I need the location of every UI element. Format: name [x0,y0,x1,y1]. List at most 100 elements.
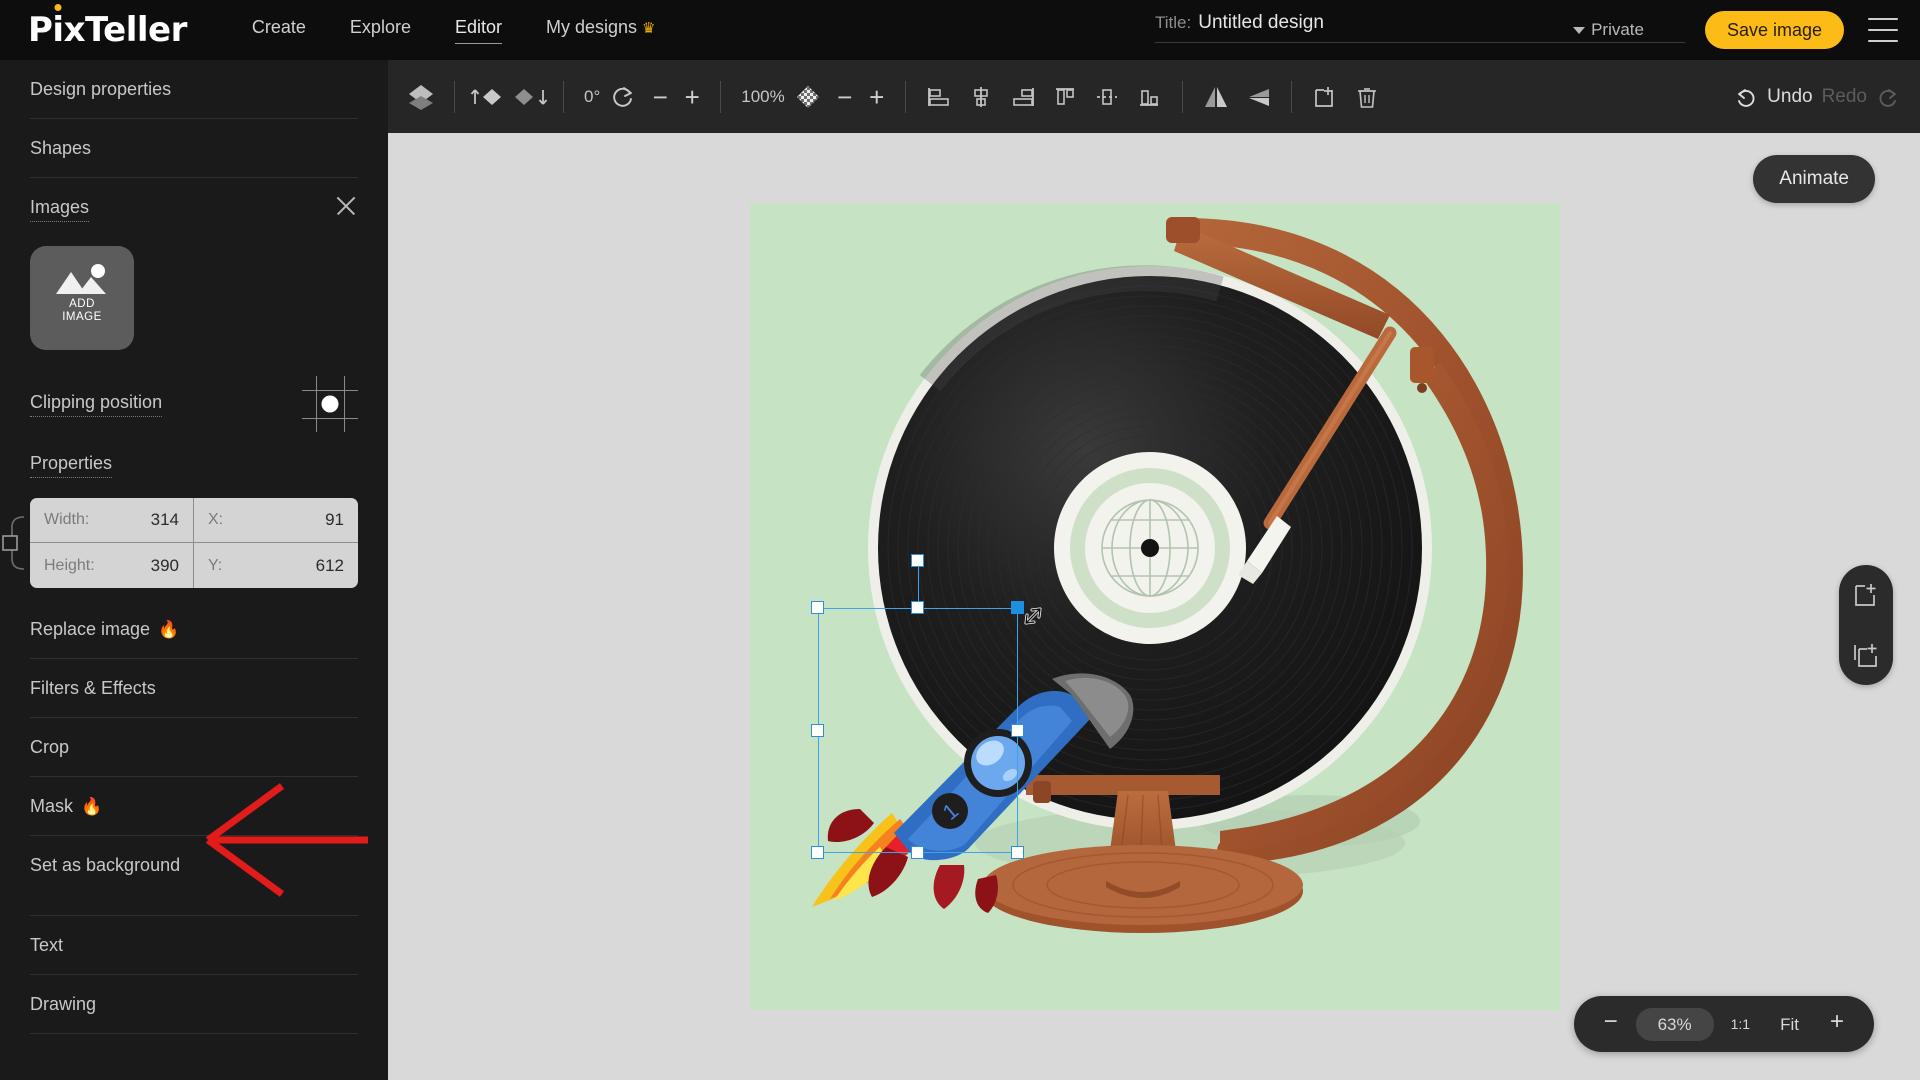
align-bottom-icon[interactable] [1128,76,1170,118]
redo-button[interactable]: Redo [1822,86,1867,108]
bring-forward-icon[interactable] [467,76,509,118]
clipping-position-row: Clipping position [30,376,358,432]
handle-top-right[interactable] [1011,601,1024,614]
sidebar-item-mask[interactable]: Mask 🔥 [30,777,358,836]
flip-vertical-icon[interactable] [1237,76,1279,118]
send-backward-icon[interactable] [509,76,551,118]
undo-button[interactable]: Undo [1767,86,1812,108]
privacy-dropdown[interactable]: Private [1573,20,1644,40]
handle-top-left[interactable] [811,601,824,614]
sidebar-item-replace-image[interactable]: Replace image 🔥 [30,600,358,659]
rotation-handle[interactable] [911,554,924,567]
pixteller-logo[interactable]: Pi xTeller [28,13,187,47]
height-label: Height: [44,556,95,574]
sidebar-item-crop[interactable]: Crop [30,718,358,777]
canvas-workspace[interactable]: 1 Animate − 63% 1:1 Fit + [388,133,1920,1080]
checkerboard-icon[interactable] [787,76,829,118]
selection-bounding-box [818,608,1018,853]
save-image-button[interactable]: Save image [1704,11,1844,49]
x-value: 91 [325,510,344,529]
design-canvas[interactable]: 1 [750,203,1560,1010]
handle-bottom-right[interactable] [1011,846,1024,859]
zoom-fit-button[interactable]: Fit [1767,1009,1812,1040]
design-title-label: Title: [1155,13,1192,32]
hamburger-icon[interactable] [1868,18,1898,42]
height-field[interactable]: Height: 390 [30,543,194,588]
align-top-icon[interactable] [1044,76,1086,118]
nav-item-explore[interactable]: Explore [350,17,411,43]
sidebar-item-filters-effects[interactable]: Filters & Effects [30,659,358,718]
chevron-down-icon [1573,26,1586,34]
handle-bottom-center[interactable] [911,846,924,859]
privacy-label: Private [1591,20,1644,39]
sidebar-item-images[interactable]: Images [30,178,358,228]
add-image-label: ADD IMAGE [62,298,102,324]
nav-item-my-designs[interactable]: My designs ♛ [545,17,656,43]
handle-middle-right[interactable] [1011,724,1024,737]
zoom-control: − 63% 1:1 Fit + [1573,996,1874,1052]
rotate-icon[interactable] [602,76,644,118]
zoom-actual-size-button[interactable]: 1:1 [1718,1010,1763,1038]
sidebar-item-properties-label: Properties [30,453,113,478]
handle-bottom-left[interactable] [811,846,824,859]
add-image-button[interactable]: ADD IMAGE [30,246,134,350]
clipping-grid-icon[interactable] [302,376,358,432]
flip-horizontal-icon[interactable] [1195,76,1237,118]
rotation-increase-button[interactable]: + [676,84,708,110]
undo-icon[interactable] [1734,85,1758,109]
sidebar-item-properties[interactable]: Properties [30,434,358,484]
height-value: 390 [150,555,179,575]
zoom-in-button[interactable]: + [1816,1007,1858,1041]
x-field[interactable]: X: 91 [194,498,358,543]
width-field[interactable]: Width: 314 [30,498,194,543]
object-toolbar: 0° − + 100% − + Undo Redo [388,60,1920,133]
align-center-horizontal-icon[interactable] [960,76,1002,118]
logo-text-prefix: P [28,10,53,50]
nav-item-my-designs-label: My designs [545,17,638,37]
sidebar-item-drawing-label: Drawing [30,994,97,1014]
aspect-lock-icon[interactable] [0,513,28,573]
sidebar-item-shapes[interactable]: Shapes [30,119,358,178]
sidebar-item-drawing[interactable]: Drawing [30,975,358,1034]
sidebar-item-text[interactable]: Text [30,916,358,975]
close-icon[interactable] [334,194,358,218]
sidebar-item-shapes-label: Shapes [30,138,92,158]
width-label: Width: [44,511,90,528]
flame-icon: 🔥 [158,619,180,639]
handle-middle-left[interactable] [811,724,824,737]
zoom-out-button[interactable]: − [1590,1007,1632,1041]
app-header: Pi xTeller Create Explore Editor My desig… [0,0,1920,60]
sidebar-item-set-as-background[interactable]: Set as background [30,836,358,894]
opacity-increase-button[interactable]: + [861,84,893,110]
trash-icon[interactable] [1346,76,1388,118]
sidebar-item-crop-label: Crop [30,737,70,757]
sidebar-item-replace-image-label: Replace image [30,619,151,639]
properties-grid: Width: 314 X: 91 Height: 390 Y: 612 [30,498,358,588]
sidebar-item-filters-effects-label: Filters & Effects [30,678,156,698]
nav-item-editor[interactable]: Editor [454,17,502,44]
y-field[interactable]: Y: 612 [194,543,358,588]
artwork-vinyl-record-globe[interactable]: 1 [750,203,1560,1010]
y-label: Y: [208,556,223,574]
sidebar-item-set-as-background-label: Set as background [30,855,181,875]
zoom-level-value[interactable]: 63% [1635,1007,1714,1041]
duplicate-icon[interactable] [1304,76,1346,118]
nav-item-create[interactable]: Create [252,17,306,43]
x-label: X: [208,511,224,528]
opacity-decrease-button[interactable]: − [829,84,861,110]
duplicate-page-icon[interactable] [1852,641,1880,669]
rotation-decrease-button[interactable]: − [644,84,676,110]
handle-top-center[interactable] [911,601,924,614]
align-middle-vertical-icon[interactable] [1086,76,1128,118]
add-page-icon[interactable] [1852,581,1880,609]
redo-icon[interactable] [1876,85,1900,109]
align-right-icon[interactable] [1002,76,1044,118]
align-left-icon[interactable] [918,76,960,118]
layers-icon[interactable] [400,76,442,118]
flame-icon: 🔥 [81,796,103,816]
animate-button[interactable]: Animate [1753,155,1875,203]
clipping-position-dot[interactable] [321,395,339,413]
logo-text-suffix: xTeller [63,10,188,50]
design-title-input[interactable] [1198,12,1599,34]
sidebar-item-design-properties[interactable]: Design properties [30,60,358,119]
